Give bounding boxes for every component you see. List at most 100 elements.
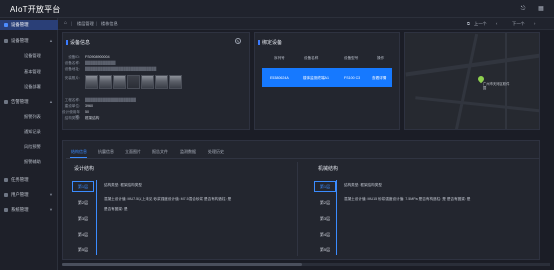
device-info-title: 设备信息 xyxy=(65,39,91,46)
tab-facade-images[interactable]: 立面图片 xyxy=(125,149,141,155)
field-label: 设备名称: xyxy=(64,61,80,65)
mech-floor-tab-2[interactable]: 第2层 xyxy=(314,197,336,208)
sidebar-item-devices[interactable]: 设备管理 ▲ xyxy=(0,36,58,46)
sidebar-sub-alarm-assist[interactable]: 报警辅助 xyxy=(0,157,58,166)
floor-tab-5[interactable]: 第5层 xyxy=(72,244,94,255)
field-value: ████████████████████████████ xyxy=(85,67,157,71)
sidebar-sub-risk-warning[interactable]: 风险预警 xyxy=(0,142,58,151)
field-label: 设备地址: xyxy=(64,67,80,71)
home-icon[interactable]: ⌂ xyxy=(64,21,69,26)
field-label: 建设单位: xyxy=(64,104,80,108)
sidebar-sub-notify-log[interactable]: 通知记录 xyxy=(0,127,58,136)
mech-floor-tab-3[interactable]: 第3层 xyxy=(314,213,336,224)
floor-tab-3[interactable]: 第3层 xyxy=(72,213,94,224)
sidebar-item-label: 系统管理 xyxy=(11,207,29,212)
structure-material-line: 混凝土设计值: MU7.5以上未见 砂浆强度设计值: M7.5混合砂浆 是否有构… xyxy=(104,197,232,201)
field-label: 设备ID: xyxy=(68,55,80,59)
field-label: 安装照片: xyxy=(64,76,80,80)
tab-monitoring-data[interactable]: 监测数据 xyxy=(180,149,196,155)
sidebar-sub-label: 设备管理 xyxy=(24,53,41,58)
sidebar-item-home[interactable]: 设备管理 xyxy=(0,20,58,30)
sidebar-item-label: 设备管理 xyxy=(11,22,29,27)
tab-report-files[interactable]: 报告文件 xyxy=(152,149,168,155)
map-road xyxy=(454,33,479,129)
sidebar-sub-label: 设备部署 xyxy=(24,84,41,89)
view-details-link[interactable]: 查看详情 xyxy=(372,76,386,81)
tab-divider xyxy=(66,158,540,159)
mech-floor-tab-1[interactable]: 第1层 xyxy=(314,181,336,192)
grid-icon[interactable]: ▦ xyxy=(537,5,545,13)
next-button[interactable]: 下一个 xyxy=(512,21,525,27)
install-photo[interactable] xyxy=(85,75,98,89)
sidebar: 设备管理 设备管理 ▲ 设备管理 基本管理 设备部署 告警管理 ▲ 报警列表 通… xyxy=(0,18,58,270)
column-header: 设备名称 xyxy=(304,56,319,60)
column-header: 序列号 xyxy=(274,56,285,60)
structure-ringbeam-line: 是否有圈梁: 是 xyxy=(104,207,128,211)
sidebar-item-tasks[interactable]: 任务管理 xyxy=(0,175,58,185)
chevron-up-icon: ▲ xyxy=(49,38,53,43)
floor-tab-2[interactable]: 第2层 xyxy=(72,197,94,208)
field-label: 结构类型: xyxy=(64,116,80,120)
sidebar-sub-device-manage[interactable]: 设备管理 xyxy=(0,51,58,60)
sidebar-sub-label: 风险预警 xyxy=(24,144,41,149)
sidebar-item-label: 用户管理 xyxy=(11,192,29,197)
sidebar-sub-alarm-list[interactable]: 报警列表 xyxy=(0,112,58,121)
sidebar-item-users[interactable]: 用户管理 ▼ xyxy=(0,190,58,200)
copy-icon[interactable]: ⧉ xyxy=(467,21,470,26)
chevron-up-icon: ▲ xyxy=(49,99,53,104)
mech-floor-tab-5[interactable]: 第5层 xyxy=(314,244,336,255)
prev-button[interactable]: 上一个 xyxy=(474,21,487,27)
logout-icon[interactable]: ⎋ xyxy=(519,5,527,13)
install-photo[interactable] xyxy=(113,75,126,89)
breadcrumb-item[interactable]: 楼栋信息 xyxy=(101,21,118,27)
task-icon xyxy=(4,178,8,182)
home-icon xyxy=(4,23,8,27)
breadcrumb-item[interactable]: 楼层管理 xyxy=(77,21,94,27)
location-map[interactable]: 广州市天河区软件园 xyxy=(404,32,540,130)
device-icon xyxy=(4,39,8,43)
structure-type-line: 结构类型: 框架结构类型 xyxy=(104,183,142,187)
chevron-left-icon[interactable]: ‹ xyxy=(496,21,497,26)
mech-type-line: 结构类型: 框架结构类型 xyxy=(344,183,382,187)
alarm-icon xyxy=(4,100,8,104)
tab-seismic-info[interactable]: 抗震信息 xyxy=(98,149,114,155)
install-photo[interactable] xyxy=(99,75,112,89)
floor-tab-4[interactable]: 第4层 xyxy=(72,229,94,240)
install-photo[interactable] xyxy=(127,75,140,89)
sidebar-sub-label: 通知记录 xyxy=(24,129,41,134)
breadcrumb: ⌂ | 楼层管理 | 楼栋信息 ⧉ 上一个 ‹ 下一个 › xyxy=(58,18,554,30)
tab-structure-info[interactable]: 结构信息 xyxy=(71,149,87,155)
structure-section-title: 设计结构 xyxy=(74,166,95,172)
install-photo[interactable] xyxy=(141,75,154,89)
app-title: AIoT开放平台 xyxy=(10,5,61,14)
settings-icon xyxy=(4,208,8,212)
cell-device-name: 楼体监测终端A1 xyxy=(303,76,329,80)
sidebar-sub-label: 报警列表 xyxy=(24,114,41,119)
install-photo[interactable] xyxy=(155,75,168,89)
floor-tab-1[interactable]: 第1层 xyxy=(72,181,94,192)
field-value: 50 xyxy=(85,110,89,114)
mechanics-section-title: 机械结构 xyxy=(318,166,339,172)
edit-icon[interactable]: ✎ xyxy=(235,38,241,44)
sidebar-sub-device-deploy[interactable]: 设备部署 xyxy=(0,82,58,91)
user-icon xyxy=(4,193,8,197)
field-value: ████████████ xyxy=(85,61,116,65)
breadcrumb-separator: | xyxy=(96,21,98,26)
field-label: 工程名称: xyxy=(64,98,80,102)
cell-serial: E5380624A xyxy=(270,76,289,80)
chevron-right-icon[interactable]: › xyxy=(534,21,535,26)
sidebar-sub-basic-manage[interactable]: 基本管理 xyxy=(0,67,58,76)
mech-floor-tab-4[interactable]: 第4层 xyxy=(314,229,336,240)
tab-processing-history[interactable]: 处理历史 xyxy=(208,149,224,155)
map-location-label: 广州市天河区软件园 xyxy=(483,82,510,90)
column-header: 操作 xyxy=(377,56,385,60)
sidebar-item-alarms[interactable]: 告警管理 ▲ xyxy=(0,97,58,107)
sidebar-item-label: 告警管理 xyxy=(11,99,29,104)
sidebar-item-system[interactable]: 系统管理 ▼ xyxy=(0,205,58,215)
install-photo[interactable] xyxy=(169,75,182,89)
floor-list-divider xyxy=(336,180,337,255)
breadcrumb-separator: | xyxy=(71,21,73,26)
floor-list-divider xyxy=(96,180,97,255)
chevron-down-icon: ▼ xyxy=(49,192,53,197)
scrollbar-thumb[interactable] xyxy=(62,263,302,266)
